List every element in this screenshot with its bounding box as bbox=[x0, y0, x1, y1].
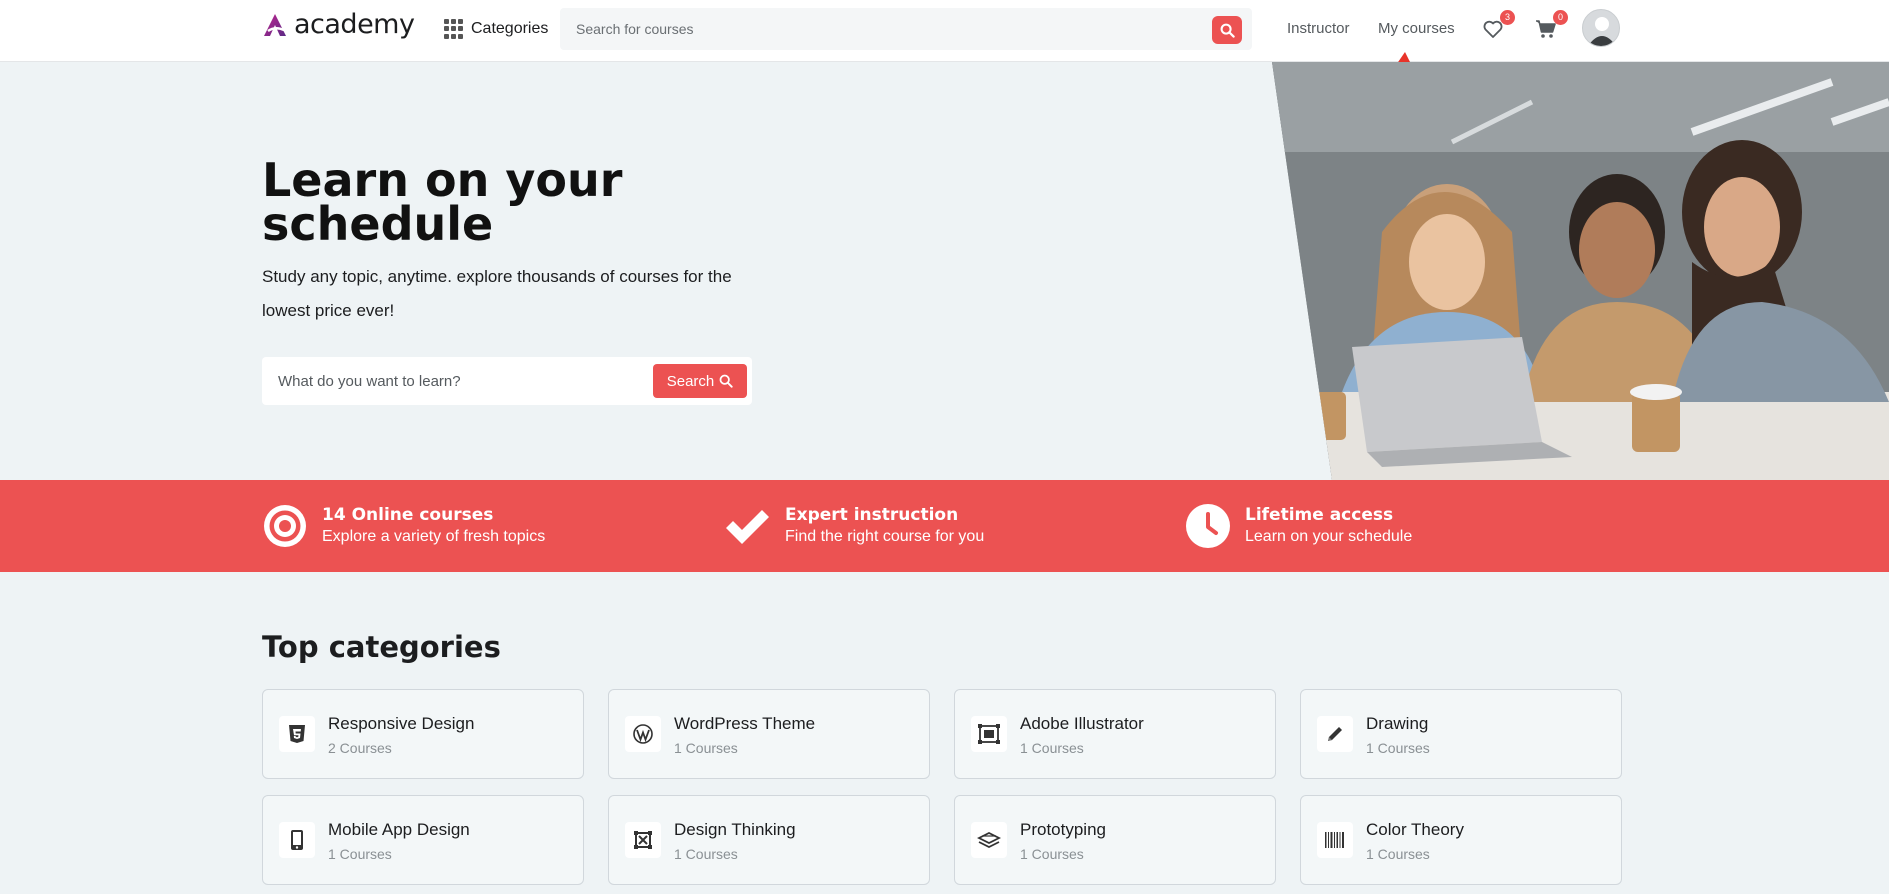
wishlist-button[interactable]: 3 bbox=[1481, 10, 1515, 43]
category-count: 1 Courses bbox=[674, 740, 738, 756]
header-search bbox=[560, 8, 1252, 50]
category-card-responsive-design[interactable]: Responsive Design 2 Courses bbox=[262, 689, 584, 779]
top-navbar: academy Categories Instructor My courses… bbox=[0, 0, 1889, 62]
category-card-prototyping[interactable]: Prototyping 1 Courses bbox=[954, 795, 1276, 885]
illustrator-icon bbox=[971, 716, 1007, 752]
category-card-design-thinking[interactable]: Design Thinking 1 Courses bbox=[608, 795, 930, 885]
academy-logo[interactable]: academy bbox=[262, 9, 415, 40]
category-name: Design Thinking bbox=[674, 820, 796, 839]
pencil-icon bbox=[1317, 716, 1353, 752]
category-count: 1 Courses bbox=[1366, 740, 1430, 756]
hero-photo bbox=[1272, 62, 1889, 480]
nav-my-courses[interactable]: My courses bbox=[1378, 20, 1455, 37]
design-icon bbox=[625, 822, 661, 858]
header-search-input[interactable] bbox=[560, 9, 1190, 49]
hero-search: Search bbox=[262, 357, 752, 405]
hero-search-button[interactable]: Search bbox=[653, 364, 747, 398]
feature-title: 14 Online courses bbox=[322, 505, 494, 525]
category-name: Prototyping bbox=[1020, 820, 1106, 839]
category-count: 1 Courses bbox=[328, 846, 392, 862]
logo-text: academy bbox=[294, 9, 415, 40]
hero-subtitle: Study any topic, anytime. explore thousa… bbox=[262, 267, 732, 320]
top-categories-title: Top categories bbox=[262, 630, 501, 664]
mobile-icon bbox=[279, 822, 315, 858]
target-icon bbox=[264, 505, 306, 547]
user-avatar[interactable] bbox=[1582, 9, 1620, 47]
category-card-drawing[interactable]: Drawing 1 Courses bbox=[1300, 689, 1622, 779]
html5-icon bbox=[279, 716, 315, 752]
category-name: Responsive Design bbox=[328, 714, 475, 733]
feature-lifetime-access: Lifetime access Learn on your schedule bbox=[1185, 502, 1412, 550]
category-count: 1 Courses bbox=[1366, 846, 1430, 862]
category-card-mobile-app-design[interactable]: Mobile App Design 1 Courses bbox=[262, 795, 584, 885]
feature-title: Expert instruction bbox=[785, 505, 959, 525]
check-icon bbox=[726, 510, 769, 544]
cart-badge: 0 bbox=[1553, 10, 1568, 25]
students-photo-illustration bbox=[1272, 62, 1889, 480]
cart-button[interactable]: 0 bbox=[1534, 10, 1568, 43]
category-card-color-theory[interactable]: Color Theory 1 Courses bbox=[1300, 795, 1622, 885]
hero-title: Learn on your schedule bbox=[262, 153, 623, 251]
clock-icon bbox=[1186, 504, 1230, 548]
search-icon bbox=[719, 374, 733, 388]
hero-section: Learn on your schedule Study any topic, … bbox=[0, 62, 1889, 480]
hero-search-button-label: Search bbox=[666, 372, 715, 390]
wordpress-icon bbox=[625, 716, 661, 752]
layers-icon bbox=[971, 822, 1007, 858]
nav-instructor[interactable]: Instructor bbox=[1287, 20, 1350, 37]
category-count: 2 Courses bbox=[328, 740, 392, 756]
category-count: 1 Courses bbox=[674, 846, 738, 862]
categories-button[interactable]: Categories bbox=[444, 17, 548, 41]
category-name: Mobile App Design bbox=[328, 820, 470, 839]
category-count: 1 Courses bbox=[1020, 846, 1084, 862]
category-name: Color Theory bbox=[1366, 820, 1464, 839]
feature-expert-instruction: Expert instruction Find the right course… bbox=[723, 502, 984, 550]
feature-desc: Learn on your schedule bbox=[1245, 528, 1413, 545]
category-name: WordPress Theme bbox=[674, 714, 816, 733]
grid-icon bbox=[444, 19, 464, 39]
category-name: Adobe Illustrator bbox=[1020, 714, 1144, 733]
logo-icon bbox=[264, 14, 286, 36]
features-band: 14 Online courses Explore a variety of f… bbox=[0, 480, 1889, 572]
category-name: Drawing bbox=[1366, 714, 1429, 733]
category-card-wordpress-theme[interactable]: WordPress Theme 1 Courses bbox=[608, 689, 930, 779]
feature-title: Lifetime access bbox=[1245, 505, 1394, 525]
search-icon bbox=[1220, 23, 1235, 38]
barcode-icon bbox=[1317, 822, 1353, 858]
category-count: 1 Courses bbox=[1020, 740, 1084, 756]
category-card-adobe-illustrator[interactable]: Adobe Illustrator 1 Courses bbox=[954, 689, 1276, 779]
feature-online-courses: 14 Online courses Explore a variety of f… bbox=[262, 502, 545, 550]
feature-desc: Find the right course for you bbox=[785, 528, 985, 545]
hero-search-input[interactable] bbox=[278, 367, 648, 395]
wishlist-badge: 3 bbox=[1500, 10, 1515, 25]
user-icon bbox=[1588, 17, 1616, 46]
feature-desc: Explore a variety of fresh topics bbox=[322, 528, 546, 545]
categories-label: Categories bbox=[471, 20, 549, 37]
header-search-button[interactable] bbox=[1212, 16, 1242, 44]
